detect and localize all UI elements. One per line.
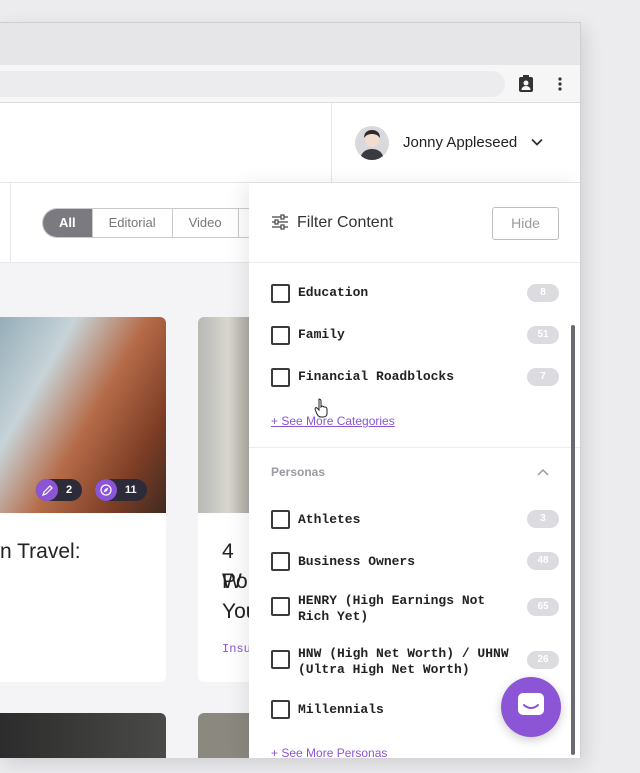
- contacts-icon[interactable]: [516, 74, 536, 94]
- persona-label: Business Owners: [298, 554, 416, 569]
- persona-checkbox[interactable]: [271, 650, 290, 669]
- share-count: 11: [125, 484, 137, 496]
- persona-count: 26: [527, 651, 559, 669]
- category-checkbox[interactable]: [271, 284, 290, 303]
- sliders-icon: [271, 214, 289, 235]
- filter-panel-title: Filter Content: [297, 214, 394, 231]
- persona-count: 65: [527, 598, 559, 616]
- persona-count: 3: [527, 510, 559, 528]
- edit-count: 2: [66, 484, 73, 496]
- article-title-line: Po: [222, 570, 248, 593]
- category-count: 7: [527, 368, 559, 386]
- share-count-badge: 11: [95, 479, 147, 501]
- filter-panel-header: Filter Content Hide: [249, 183, 580, 263]
- see-more-categories-link[interactable]: + See More Categories: [271, 414, 395, 428]
- persona-label: Millennials: [298, 702, 384, 717]
- tab-video[interactable]: Video: [172, 209, 239, 237]
- scrollbar[interactable]: [571, 325, 575, 755]
- tab-strip: [0, 23, 580, 65]
- chevron-up-icon[interactable]: [536, 466, 550, 484]
- persona-label: HNW (High Net Worth) / UHNW (Ultra High …: [298, 646, 509, 677]
- category-filter-row[interactable]: Education 8: [271, 283, 559, 303]
- content-type-tabs: All Editorial Video: [42, 208, 261, 238]
- tab-editorial[interactable]: Editorial: [92, 209, 173, 237]
- browser-toolbar: [0, 65, 580, 103]
- persona-checkbox[interactable]: [271, 552, 290, 571]
- browser-window: Jonny Appleseed All Editorial Video 2 11…: [0, 22, 581, 758]
- app-header: Jonny Appleseed: [0, 103, 580, 183]
- pointer-cursor-icon: [314, 398, 330, 423]
- category-filter-row[interactable]: Financial Roadblocks 7: [271, 367, 559, 387]
- personas-section-header[interactable]: Personas: [271, 465, 325, 479]
- category-count: 8: [527, 284, 559, 302]
- hide-button[interactable]: Hide: [492, 207, 559, 240]
- address-bar[interactable]: [0, 71, 505, 97]
- article-image: [0, 713, 166, 758]
- filter-panel: Filter Content Hide Education 8 Family 5…: [249, 183, 580, 758]
- article-card[interactable]: [0, 713, 166, 758]
- section-divider: [249, 447, 580, 448]
- persona-filter-row[interactable]: Business Owners 48: [271, 551, 559, 571]
- category-label: Education: [298, 285, 369, 300]
- category-label: Financial Roadblocks: [298, 369, 455, 384]
- chat-icon: [517, 692, 545, 723]
- persona-label: Athletes: [298, 512, 361, 527]
- article-card[interactable]: 2 11 n Travel:: [0, 317, 166, 682]
- see-more-personas-link[interactable]: + See More Personas: [271, 746, 387, 758]
- category-filter-row[interactable]: Family 51: [271, 325, 559, 345]
- persona-filter-row[interactable]: HNW (High Net Worth) / UHNW (Ultra High …: [271, 644, 559, 678]
- category-checkbox[interactable]: [271, 368, 290, 387]
- persona-checkbox[interactable]: [271, 597, 290, 616]
- filter-bar-divider: [10, 183, 11, 263]
- header-divider: [331, 103, 332, 183]
- category-count: 51: [527, 326, 559, 344]
- compass-icon: [95, 479, 117, 501]
- category-checkbox[interactable]: [271, 326, 290, 345]
- more-menu-icon[interactable]: [550, 74, 570, 94]
- chevron-down-icon[interactable]: [530, 135, 544, 154]
- persona-checkbox[interactable]: [271, 700, 290, 719]
- user-name[interactable]: Jonny Appleseed: [403, 134, 517, 151]
- article-title[interactable]: n Travel:: [0, 537, 81, 567]
- edit-count-badge: 2: [36, 479, 83, 501]
- pencil-icon: [36, 479, 58, 501]
- avatar[interactable]: [355, 126, 389, 160]
- persona-count: 48: [527, 552, 559, 570]
- tab-all[interactable]: All: [43, 209, 93, 237]
- persona-checkbox[interactable]: [271, 510, 290, 529]
- category-label: Family: [298, 327, 345, 342]
- article-tag[interactable]: Insu: [222, 642, 251, 656]
- persona-filter-row[interactable]: Athletes 3: [271, 509, 559, 529]
- persona-label: HENRY (High Earnings Not Rich Yet): [298, 593, 486, 624]
- persona-filter-row[interactable]: HENRY (High Earnings Not Rich Yet) 65: [271, 591, 559, 625]
- chat-launcher-button[interactable]: [501, 677, 561, 737]
